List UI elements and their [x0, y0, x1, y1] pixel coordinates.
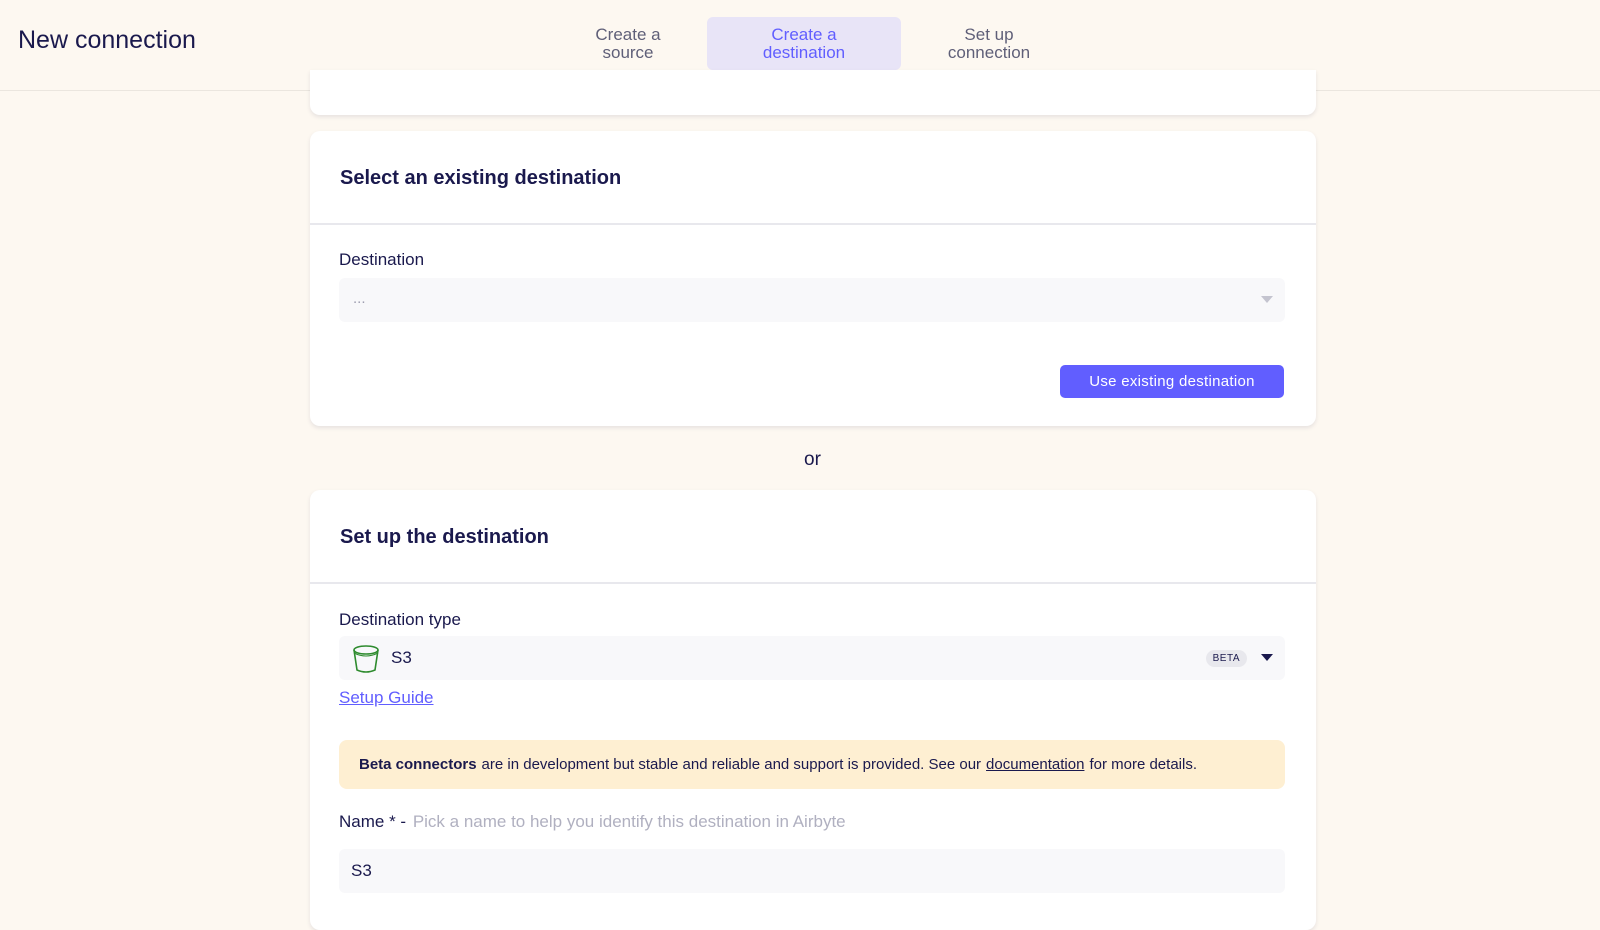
select-value: ...	[353, 290, 366, 307]
step-setup-connection[interactable]: Set up connection	[892, 17, 1086, 70]
setup-guide-link[interactable]: Setup Guide	[339, 688, 434, 708]
step-create-destination[interactable]: Create a destination	[707, 17, 901, 70]
chevron-down-icon	[1261, 654, 1273, 661]
bucket-icon	[353, 645, 379, 673]
step-label-line1: Create a	[771, 24, 837, 44]
previous-card	[310, 70, 1316, 115]
existing-destination-card: Select an existing destination Destinati…	[310, 131, 1316, 426]
name-label: Name * - Pick a name to help you identif…	[339, 812, 846, 832]
step-label-line1: Create a	[595, 24, 661, 44]
step-label-line1: Set up	[964, 24, 1014, 44]
or-divider: or	[804, 449, 821, 470]
beta-badge: BETA	[1205, 650, 1247, 667]
name-hint: Pick a name to help you identify this de…	[412, 812, 846, 831]
destination-type-label: Destination type	[339, 610, 461, 629]
destination-select[interactable]: ...	[339, 278, 1285, 322]
card-header: Select an existing destination	[310, 131, 1316, 225]
beta-notice: Beta connectors are in development but s…	[339, 740, 1285, 789]
chevron-down-icon	[1261, 296, 1273, 303]
documentation-link[interactable]: documentation	[986, 756, 1084, 773]
notice-bold: Beta connectors	[359, 756, 477, 773]
name-field[interactable]: S3	[339, 849, 1285, 893]
step-label-line2: destination	[762, 42, 846, 62]
destination-label: Destination	[339, 250, 425, 269]
card-title: Set up the destination	[340, 526, 549, 548]
notice-text: are in development but stable and reliab…	[481, 756, 982, 773]
page-title: New connection	[18, 26, 196, 54]
step-label-line2: source	[602, 42, 654, 62]
step-label-line2: connection	[947, 42, 1031, 62]
name-label-text: Name * -	[339, 812, 407, 831]
setup-destination-card: Set up the destination Destination type …	[310, 490, 1316, 930]
use-existing-destination-button[interactable]: Use existing destination	[1060, 365, 1284, 398]
destination-type-value: S3	[391, 648, 412, 667]
notice-tail: for more details.	[1089, 756, 1197, 773]
card-title: Select an existing destination	[340, 167, 622, 189]
destination-type-select[interactable]: S3 BETA	[339, 636, 1285, 680]
card-header: Set up the destination	[310, 490, 1316, 584]
step-create-source[interactable]: Create a source	[531, 17, 725, 70]
